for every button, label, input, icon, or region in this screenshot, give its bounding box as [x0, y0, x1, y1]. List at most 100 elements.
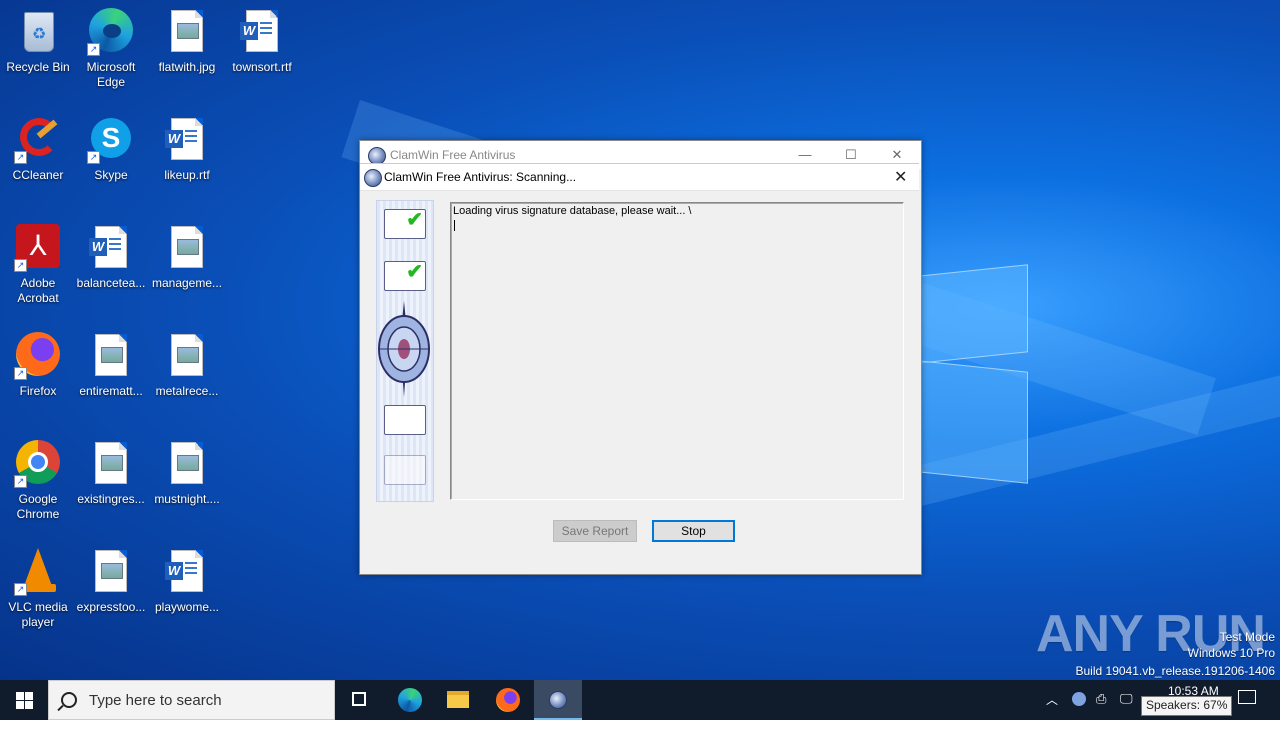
desktop-icon-likeup[interactable]: W likeup.rtf [149, 116, 225, 183]
shortcut-arrow-icon: ↗ [87, 151, 100, 164]
scan-log-text: Loading virus signature database, please… [453, 205, 692, 217]
desktop-icon-microsoft-edge[interactable]: ↗ Microsoft Edge [73, 8, 149, 90]
desktop-icon-ccleaner[interactable]: ↗ CCleaner [0, 116, 76, 183]
desktop-icon-label: playwome... [154, 600, 220, 614]
image-file-icon [163, 440, 211, 488]
show-hidden-icons-button[interactable]: ︿ [1046, 691, 1058, 731]
windows-logo-pane [918, 360, 1028, 484]
scanner-compass-icon [378, 301, 430, 397]
desktop-icon-recycle-bin[interactable]: ♻ Recycle Bin [0, 8, 76, 75]
checkmark-icon: ✔ [406, 209, 423, 231]
desktop-icon-label: existingres... [77, 492, 145, 506]
desktop-icon-label: Firefox [19, 384, 57, 398]
recycle-bin-icon: ♻ [14, 8, 62, 56]
desktop-icon-playwome[interactable]: W playwome... [149, 548, 225, 615]
search-placeholder: Type here to search [89, 692, 222, 709]
desktop-icon-firefox[interactable]: ↗ Firefox [0, 332, 76, 399]
image-file-icon [87, 548, 135, 596]
shortcut-arrow-icon: ↗ [14, 583, 27, 596]
desktop-icon-label: expresstoo... [76, 600, 146, 614]
dialog-close-button[interactable]: ✕ [894, 167, 907, 187]
watermark-test-mode: Test Mode [1219, 630, 1275, 644]
task-view-button[interactable] [336, 680, 384, 720]
chevron-up-icon: ︿ [1046, 693, 1059, 707]
chrome-icon: ↗ [14, 440, 62, 488]
network-icon[interactable]: 🖵 [1120, 691, 1133, 731]
desktop-icon-label: flatwith.jpg [158, 60, 216, 74]
image-file-icon [163, 332, 211, 380]
task-view-icon [352, 692, 366, 706]
desktop-icon-entirematt[interactable]: entirematt... [73, 332, 149, 399]
scan-log-textarea[interactable]: Loading virus signature database, please… [450, 202, 904, 500]
taskbar-edge[interactable] [386, 680, 434, 720]
close-icon: ✕ [891, 147, 903, 162]
desktop-icon-label: Google Chrome [16, 492, 60, 521]
acrobat-icon: ⅄ ↗ [14, 224, 62, 272]
desktop-icon-label: Recycle Bin [6, 60, 70, 74]
taskbar-file-explorer[interactable] [434, 680, 482, 720]
tray-clamwin-icon[interactable] [1072, 692, 1086, 706]
desktop-icon-manageme[interactable]: manageme... [149, 224, 225, 291]
clamwin-main-window[interactable]: ClamWin Free Antivirus — ☐ ✕ ClamWin Fre… [359, 140, 922, 575]
step-box-pending [384, 405, 426, 435]
step-box-pending [384, 455, 426, 485]
vlc-icon: ↗ [14, 548, 62, 596]
word-doc-icon: W [163, 548, 211, 596]
desktop-icon-skype[interactable]: S ↗ Skype [73, 116, 149, 183]
desktop-icon-label: CCleaner [12, 168, 64, 182]
desktop-icon-label: manageme... [151, 276, 223, 290]
edge-icon [398, 688, 422, 712]
desktop-icon-label: entirematt... [79, 384, 143, 398]
clamwin-icon [549, 691, 567, 709]
desktop-icon-label: balancetea... [76, 276, 146, 290]
desktop-icon-label: Adobe Acrobat [17, 276, 59, 305]
checkmark-icon: ✔ [406, 261, 423, 283]
edge-icon: ↗ [87, 8, 135, 56]
shortcut-arrow-icon: ↗ [14, 259, 27, 272]
dialog-title-bar[interactable]: ClamWin Free Antivirus: Scanning... ✕ [360, 164, 919, 191]
minimize-icon: — [798, 147, 812, 162]
desktop-icon-vlc[interactable]: ↗ VLC media player [0, 548, 76, 630]
firefox-icon: ↗ [14, 332, 62, 380]
windows-logo-pane [918, 264, 1028, 364]
desktop-icon-label: VLC media player [8, 600, 68, 629]
image-file-icon [87, 440, 135, 488]
folder-icon [447, 691, 469, 708]
desktop-icon-expresstoo[interactable]: expresstoo... [73, 548, 149, 615]
save-report-button[interactable]: Save Report [553, 520, 637, 542]
tray-app-icon[interactable]: ⎙ [1096, 691, 1106, 731]
shortcut-arrow-icon: ↗ [14, 475, 27, 488]
notifications-icon[interactable] [1238, 690, 1256, 704]
desktop-icon-mustnight[interactable]: mustnight.... [149, 440, 225, 507]
desktop-icon-existingres[interactable]: existingres... [73, 440, 149, 507]
word-doc-icon: W [163, 116, 211, 164]
start-button[interactable] [0, 680, 48, 720]
desktop-icon-label: townsort.rtf [232, 60, 292, 74]
desktop-icon-adobe-acrobat[interactable]: ⅄ ↗ Adobe Acrobat [0, 224, 76, 306]
maximize-icon: ☐ [845, 147, 857, 162]
clamwin-icon [364, 169, 382, 187]
desktop-icon-metalrece[interactable]: metalrece... [149, 332, 225, 399]
taskbar-clamwin[interactable] [534, 680, 582, 720]
desktop-icon-flatwith[interactable]: flatwith.jpg [149, 8, 225, 75]
desktop-icon-label: Skype [94, 168, 128, 182]
desktop-icon-label: mustnight.... [154, 492, 220, 506]
watermark-build: Build 19041.vb_release.191206-1406 [1075, 664, 1276, 678]
desktop-icon-townsort[interactable]: W townsort.rtf [224, 8, 300, 75]
stop-button[interactable]: Stop [652, 520, 735, 542]
outer-window-title: ClamWin Free Antivirus [390, 148, 516, 162]
volume-tooltip: Speakers: 67% [1141, 696, 1233, 716]
text-caret [454, 220, 455, 231]
search-icon [61, 692, 77, 708]
taskbar-firefox[interactable] [484, 680, 532, 720]
taskbar-search-box[interactable]: Type here to search [48, 680, 335, 720]
scan-progress-graphic: ✔ ✔ [376, 200, 434, 502]
scanning-dialog[interactable]: ClamWin Free Antivirus: Scanning... ✕ ✔ … [360, 163, 919, 554]
desktop-icon-balancetea[interactable]: W balancetea... [73, 224, 149, 291]
dialog-title: ClamWin Free Antivirus: Scanning... [384, 170, 577, 184]
image-file-icon [163, 224, 211, 272]
desktop-icon-google-chrome[interactable]: ↗ Google Chrome [0, 440, 76, 522]
image-file-icon [87, 332, 135, 380]
skype-icon: S ↗ [87, 116, 135, 164]
step-box-done: ✔ [384, 209, 426, 239]
